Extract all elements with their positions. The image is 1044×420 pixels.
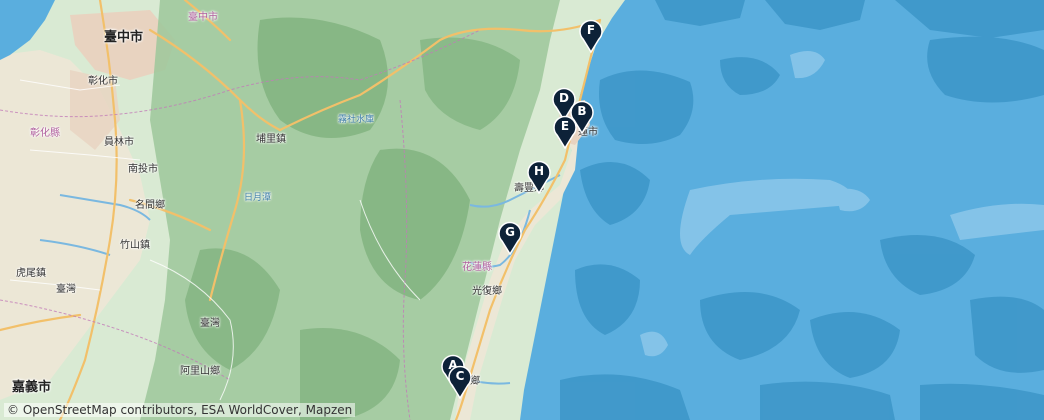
map-marker-h[interactable]: H [525, 158, 553, 194]
place-label-taiwan-west: 臺灣 [56, 284, 76, 295]
place-label-taichung-top: 臺中市 [188, 12, 218, 23]
marker-letter: G [505, 225, 515, 239]
place-label-yuanlin-city: 員林市 [104, 137, 134, 148]
place-label-alishan-township: 阿里山鄉 [180, 366, 220, 377]
place-label-puli-town: 埔里鎮 [256, 134, 286, 145]
place-label-zhushan-town: 竹山鎮 [120, 240, 150, 251]
marker-letter: E [560, 119, 570, 133]
place-label-huwei-town: 虎尾鎮 [16, 268, 46, 279]
marker-letter: H [533, 164, 545, 178]
place-label-taichung-city: 臺中市 [104, 30, 144, 45]
place-label-sun-moon-lake: 日月潭 [244, 193, 272, 203]
map-marker-f[interactable]: F [577, 17, 605, 53]
place-label-nantou-city: 南投市 [128, 164, 158, 175]
marker-letter: C [455, 369, 465, 383]
map-marker-c[interactable]: C [446, 363, 474, 399]
place-label-taiwan-mid: 臺灣 [200, 318, 220, 329]
map-marker-e[interactable]: E [551, 113, 579, 149]
marker-letter: F [586, 23, 596, 37]
place-label-mingjian-township: 名間鄉 [135, 200, 165, 211]
place-label-chiayi-city: 嘉義市 [12, 380, 52, 395]
place-label-deji-reservoir: 霧社水庫 [338, 115, 375, 125]
map-marker-g[interactable]: G [496, 219, 524, 255]
map[interactable]: 臺中市 臺中市 彰化市 彰化縣 員林市 南投市 埔里鎮 霧社水庫 日月潭 名間鄉… [0, 0, 1044, 420]
place-label-changhua-city: 彰化市 [88, 76, 118, 87]
place-label-hualien-county: 花蓮縣 [462, 262, 492, 273]
map-attribution[interactable]: © OpenStreetMap contributors, ESA WorldC… [4, 403, 356, 417]
place-label-changhua-county: 彰化縣 [30, 128, 60, 139]
place-label-guangfu-township: 光復鄉 [472, 286, 502, 297]
